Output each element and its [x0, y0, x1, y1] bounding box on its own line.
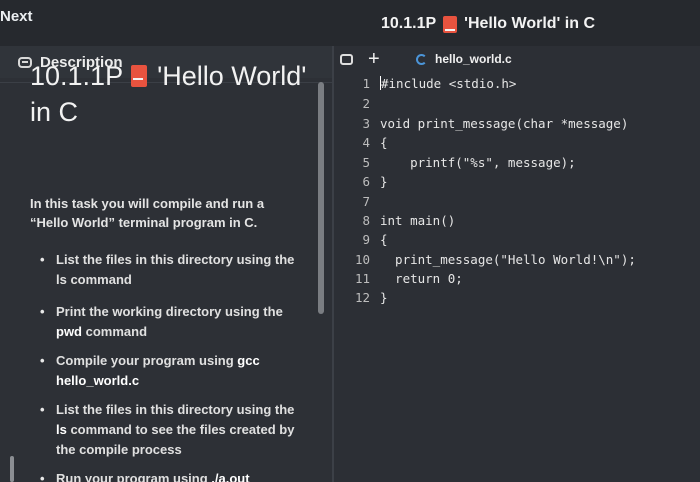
step-command: ./a.out	[211, 471, 250, 482]
top-bar: Next 10.1.1P 'Hello World' in C	[0, 0, 700, 46]
line-number: 12	[354, 290, 370, 305]
step-text: Print the working directory using the	[56, 304, 283, 319]
editor-toolbar: + hello_world.c	[334, 46, 700, 74]
list-item: Compile your program using gcc hello_wor…	[40, 351, 296, 391]
task-steps-list: List the files in this directory using t…	[40, 250, 296, 299]
line-text: #include <stdio.h>	[381, 76, 517, 91]
next-button[interactable]: Next	[0, 8, 33, 25]
line-content: #include <stdio.h>	[380, 76, 516, 91]
step-text: Compile your program using	[56, 353, 238, 368]
line-text: print_message("Hello World!\n");	[380, 252, 636, 267]
code-editor: + hello_world.c 1 #include <stdio.h> 2 3v…	[334, 46, 700, 482]
list-item: List the files in this directory using t…	[40, 250, 296, 290]
line-number: 11	[354, 271, 370, 286]
book-icon	[131, 65, 148, 87]
line-number: 1	[362, 76, 370, 91]
page-title-code: 10.1.1P	[30, 61, 124, 91]
step-text: List the files in this directory using t…	[56, 402, 295, 417]
line-text: return 0;	[380, 271, 463, 286]
list-item: Print the working directory using the pw…	[40, 302, 296, 342]
line-number: 6	[362, 174, 370, 189]
list-item: List the files in this directory using t…	[40, 400, 296, 460]
step-command: ls	[56, 422, 67, 437]
list-item: Run your program using ./a.out	[40, 469, 296, 482]
tab-hello-world-c[interactable]: hello_world.c	[416, 52, 512, 66]
files-icon[interactable]	[340, 54, 353, 65]
step-text: command	[82, 324, 148, 339]
line-number: 3	[362, 116, 370, 131]
line-text: int main()	[380, 213, 456, 228]
new-file-button[interactable]: +	[368, 48, 380, 71]
line-text: }	[380, 290, 388, 305]
c-file-icon	[416, 53, 427, 65]
panel-resize-handle[interactable]	[10, 456, 14, 482]
line-number: 2	[362, 96, 370, 111]
line-number: 4	[362, 135, 370, 150]
line-number: 5	[362, 155, 370, 170]
line-text: {	[380, 232, 388, 247]
description-scrollbar[interactable]	[318, 82, 324, 314]
task-steps-list: Print the working directory using the pw…	[40, 302, 296, 482]
line-text: printf("%s", message);	[380, 155, 576, 170]
page-title: 10.1.1P 'Hello World' in C	[30, 58, 315, 130]
line-text: void print_message(char *message)	[380, 116, 629, 131]
task-header: 10.1.1P 'Hello World' in C	[381, 15, 595, 33]
line-number: 10	[354, 252, 370, 267]
line-text: }	[380, 174, 388, 189]
step-command: pwd	[56, 324, 82, 339]
step-text: Run your program using	[56, 471, 212, 482]
book-icon	[443, 15, 458, 33]
line-number: 7	[362, 194, 370, 209]
line-number: 9	[362, 232, 370, 247]
task-intro: In this task you will compile and run a …	[30, 196, 265, 230]
step-text: List the files in this directory using t…	[56, 252, 295, 287]
line-text: {	[380, 135, 388, 150]
step-text: command to see the files created by the …	[56, 422, 295, 457]
file-tab-label: hello_world.c	[435, 52, 512, 66]
task-header-code: 10.1.1P	[381, 15, 437, 32]
line-number: 8	[362, 213, 370, 228]
task-header-name: 'Hello World' in C	[464, 15, 596, 32]
